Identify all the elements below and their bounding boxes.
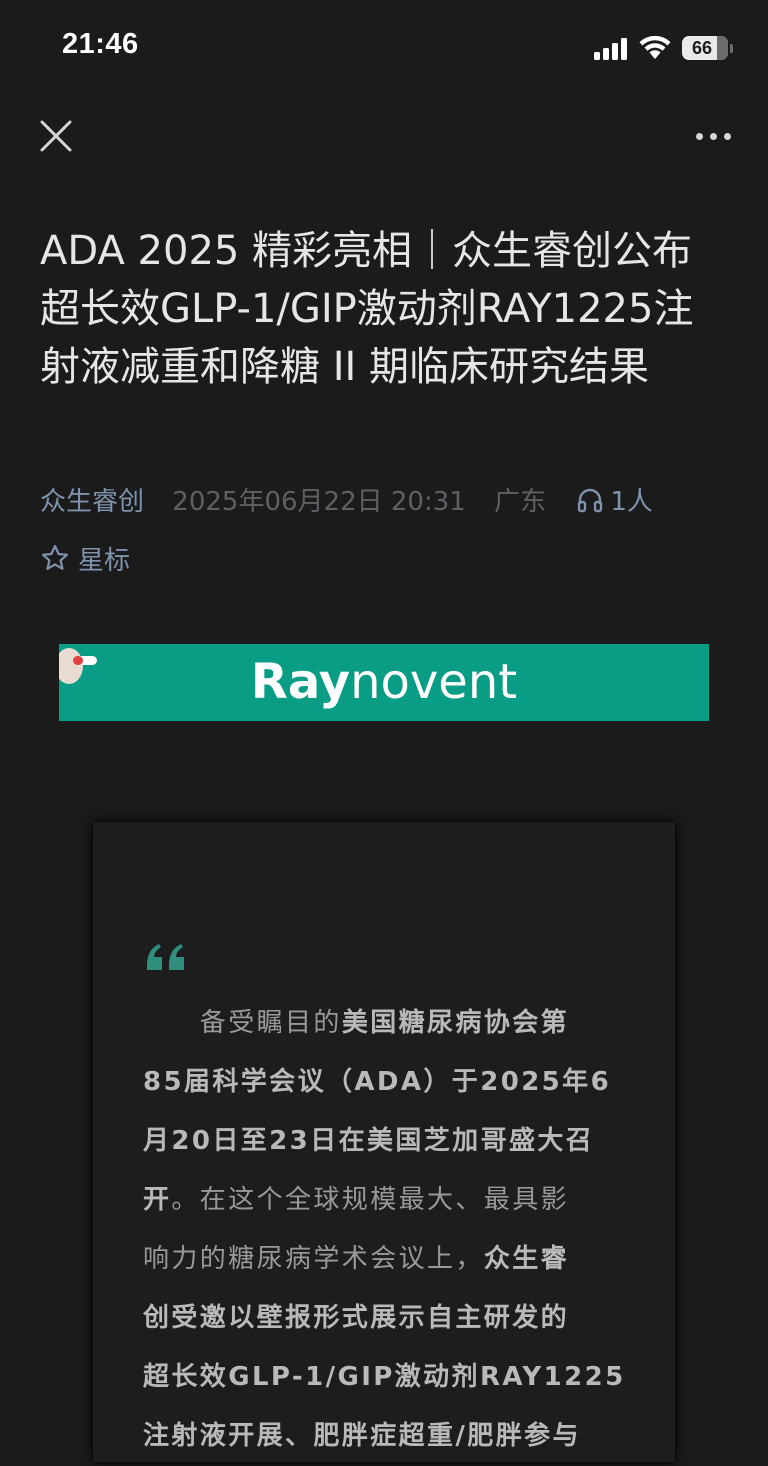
- battery-level: 66: [691, 38, 713, 58]
- raynovent-logo: Raynovent: [250, 654, 518, 710]
- quote-text-segment: 。在这个全球规模最大、最具影: [171, 1185, 570, 1215]
- quote-text-segment: 超长效GLP-1/GIP激动剂RAY1225: [143, 1362, 626, 1392]
- wifi-icon: [639, 35, 671, 59]
- quote-line: 85届科学会议（ADA）于2025年6: [143, 1053, 627, 1112]
- quote-line: 注射液开展、肥胖症超重/肥胖参与: [143, 1407, 627, 1466]
- author-link[interactable]: 众生睿创: [40, 487, 144, 517]
- publish-location: 广东: [494, 487, 547, 517]
- article-title: ADA 2025 精彩亮相｜众生睿创公布超长效GLP-1/GIP激动剂RAY12…: [40, 228, 694, 390]
- quote-line: 开。在这个全球规模最大、最具影: [143, 1171, 627, 1230]
- quote-line: 超长效GLP-1/GIP激动剂RAY1225: [143, 1348, 627, 1407]
- status-bar: 21:46 66: [0, 0, 768, 96]
- quote-line: 响力的糖尿病学术会议上，众生睿: [143, 1230, 627, 1289]
- close-icon[interactable]: [36, 116, 76, 156]
- raynovent-banner: Raynovent: [59, 644, 709, 721]
- publish-date: 2025年06月22日 20:31: [172, 487, 466, 517]
- quote-card: 备受瞩目的美国糖尿病协会第 85届科学会议（ADA）于2025年6 月20日至23日…: [93, 822, 675, 1462]
- quote-text-segment: 开: [143, 1185, 172, 1215]
- quote-text-segment: 月20日至23日在美国芝加哥盛大召: [143, 1126, 595, 1156]
- battery-icon: 66: [682, 36, 728, 60]
- status-time: 21:46: [62, 28, 139, 60]
- star-button[interactable]: 星标: [40, 543, 130, 579]
- headphones-icon: [578, 488, 603, 513]
- cellular-signal-icon: [594, 38, 630, 60]
- battery-cap: [730, 44, 733, 53]
- quote-text-segment: 响力的糖尿病学术会议上，: [143, 1244, 484, 1274]
- listen-count: 1人: [610, 487, 653, 517]
- quote-line: 月20日至23日在美国芝加哥盛大召: [143, 1112, 627, 1171]
- listen-button[interactable]: 1人: [576, 487, 653, 517]
- star-icon: [41, 544, 69, 570]
- article-meta: 众生睿创 2025年06月22日 20:31 广东 1人: [40, 484, 740, 524]
- star-label: 星标: [78, 546, 131, 576]
- quote-line: 创受邀以壁报形式展示自主研发的: [143, 1289, 627, 1348]
- quote-text-segment: 创受邀以壁报形式展示自主研发的: [143, 1303, 570, 1333]
- quote-mark-icon: [147, 944, 184, 970]
- quote-text-segment: 美国糖尿病协会第: [341, 1008, 570, 1038]
- quote-text-segment: 85届科学会议（ADA）于2025年6: [143, 1067, 612, 1097]
- quote-text-segment: 备受瞩目的: [143, 1008, 342, 1038]
- more-options-icon[interactable]: [690, 120, 738, 152]
- quote-text-segment: 众生睿: [483, 1244, 570, 1274]
- quote-text-segment: 注射液开展、肥胖症超重/肥胖参与: [143, 1421, 581, 1451]
- quote-line: 备受瞩目的美国糖尿病协会第: [143, 994, 627, 1053]
- quote-body: 备受瞩目的美国糖尿病协会第 85届科学会议（ADA）于2025年6 月20日至23日…: [143, 994, 627, 1466]
